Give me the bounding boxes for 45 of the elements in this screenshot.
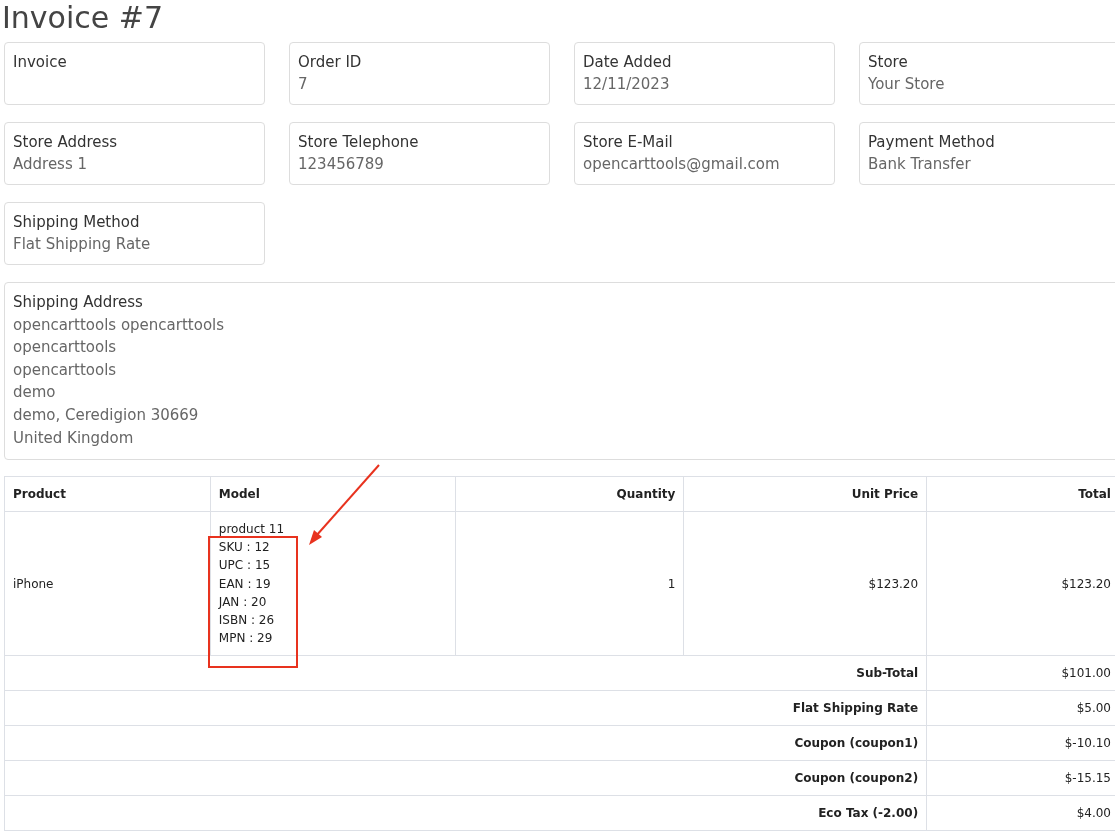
column-header: Total [926,476,1115,512]
field-label: Date Added [583,52,673,73]
product-attribute: JAN : 20 [218,593,268,611]
address-line: demo [13,382,57,404]
page-title: Invoice #7 [2,0,164,36]
table-cell: 1 [455,511,684,656]
address-line: demo, Ceredigion 30669 [13,404,200,426]
address-line: United Kingdom [13,427,135,449]
product-attribute: EAN : 19 [218,575,272,593]
address-line: opencarttools [13,359,118,381]
field-label: Shipping Method [13,212,141,233]
total-label: Coupon (coupon2) [4,760,927,796]
field-value: 7 [298,74,309,95]
table-cell: $123.20 [683,511,927,656]
product-attribute: UPC : 15 [218,557,272,575]
address-line: opencarttools opencarttools [13,314,226,336]
model-name: product 11 [218,520,286,538]
field-label: Store [868,52,909,73]
product-attribute: SKU : 12 [218,539,271,557]
field-label: Order ID [298,52,363,73]
field-label: Payment Method [868,132,996,153]
total-label: Coupon (coupon1) [4,725,927,761]
column-header: Quantity [455,476,684,512]
field-value: Your Store [868,74,946,95]
total-label: Eco Tax (-2.00) [4,795,927,831]
field-label: Store E-Mail [583,132,674,153]
field-value: Bank Transfer [868,154,972,175]
product-attribute: ISBN : 26 [218,611,276,629]
table-cell: iPhone [4,511,211,656]
total-label: Flat Shipping Rate [4,690,927,726]
address-line: opencarttools [13,337,118,359]
field-label: Store Telephone [298,132,420,153]
field-value: opencarttools@gmail.com [583,154,781,175]
total-label: Sub-Total [4,655,927,691]
field-value: Address 1 [13,154,89,175]
field-label: Shipping Address [13,292,144,313]
field-value: Flat Shipping Rate [13,234,152,255]
column-header: Model [210,476,456,512]
field-label: Store Address [13,132,119,153]
field-value: 12/11/2023 [583,74,671,95]
product-attribute: MPN : 29 [218,630,274,648]
column-header: Product [4,476,211,512]
column-header: Unit Price [683,476,927,512]
field-label: Invoice [13,52,68,73]
field-value: 123456789 [298,154,385,175]
